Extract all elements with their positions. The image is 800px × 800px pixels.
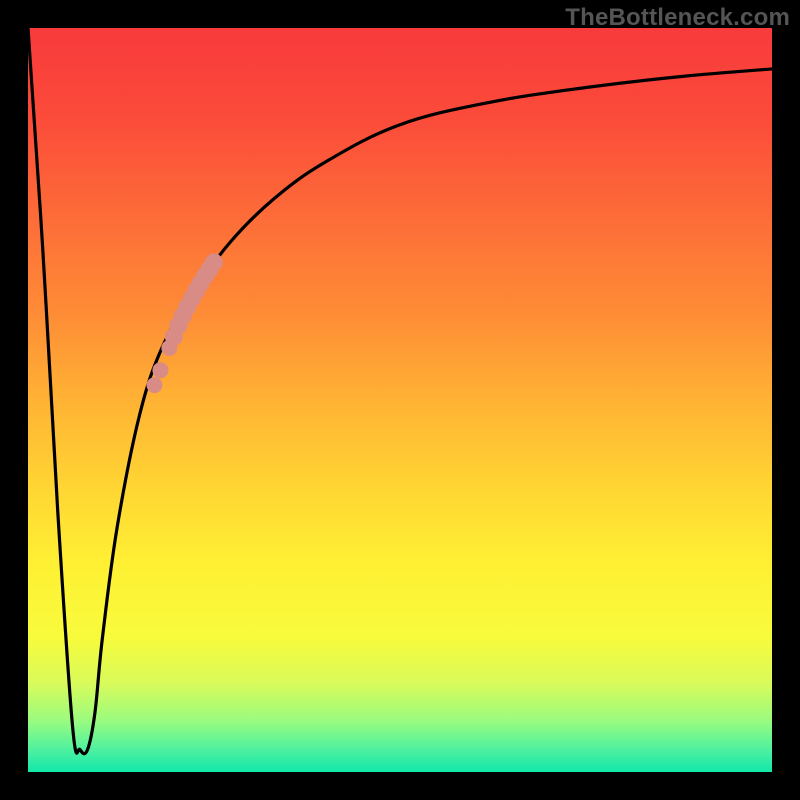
gradient-rect [28,28,772,772]
plot-svg [28,28,772,772]
highlight-dot [146,377,162,393]
highlight-dot [205,253,223,271]
plot-area [28,28,772,772]
chart-frame: TheBottleneck.com [0,0,800,800]
highlight-dot [152,362,168,378]
